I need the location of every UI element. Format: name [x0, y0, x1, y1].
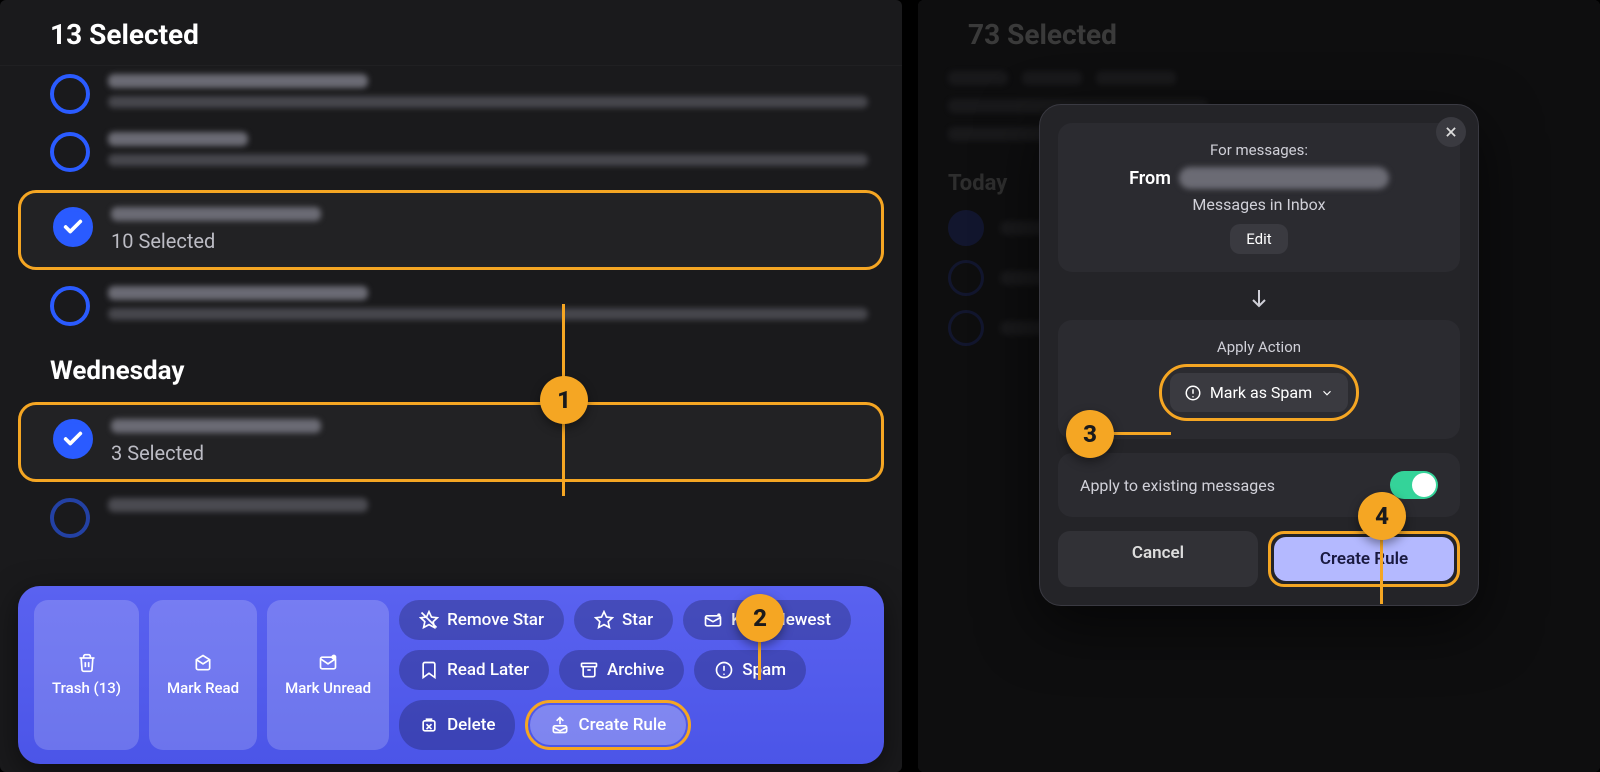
callout-connector	[758, 640, 761, 680]
mark-read-button[interactable]: Mark Read	[149, 600, 257, 750]
email-row[interactable]	[0, 124, 902, 182]
date-section-header: Wednesday	[0, 336, 902, 394]
group-selection-count: 3 Selected	[111, 441, 849, 465]
selection-count-title: 13 Selected	[0, 0, 902, 65]
delete-label: Delete	[447, 715, 495, 735]
cancel-button[interactable]: Cancel	[1058, 531, 1258, 587]
read-later-label: Read Later	[447, 660, 529, 680]
read-later-button[interactable]: Read Later	[399, 650, 549, 690]
email-list: 10 Selected Wednesday 3 Selected	[0, 66, 902, 546]
email-row[interactable]	[0, 490, 902, 546]
archive-icon	[579, 660, 599, 680]
delete-icon	[419, 715, 439, 735]
sender-redacted	[111, 207, 321, 221]
preview-redacted	[108, 154, 868, 166]
close-icon	[1444, 125, 1458, 139]
from-value-redacted	[1179, 167, 1389, 189]
row-checkbox[interactable]	[50, 286, 90, 326]
create-rule-submit-button[interactable]: Create Rule	[1274, 537, 1454, 581]
create-rule-modal: For messages: From Messages in Inbox Edi…	[1039, 104, 1479, 606]
star-icon	[594, 610, 614, 630]
rule-conditions-card: For messages: From Messages in Inbox Edi…	[1058, 123, 1460, 272]
arrow-down-icon	[1247, 286, 1271, 310]
row-checkbox[interactable]	[50, 74, 90, 114]
callout-marker-2: 2	[736, 594, 784, 642]
email-row[interactable]	[0, 278, 902, 336]
check-icon	[62, 428, 84, 450]
archive-button[interactable]: Archive	[559, 650, 684, 690]
callout-connector	[1380, 534, 1383, 604]
action-highlight-frame: Mark as Spam	[1159, 364, 1359, 421]
keep-newest-icon	[703, 610, 723, 630]
remove-star-label: Remove Star	[447, 610, 544, 630]
row-checkbox-checked[interactable]	[53, 419, 93, 459]
chevron-down-icon	[1320, 386, 1334, 400]
flow-arrow-down	[1058, 286, 1460, 310]
envelope-open-icon	[193, 653, 213, 673]
spam-button[interactable]: Spam	[694, 650, 806, 690]
sender-redacted	[108, 286, 368, 300]
sender-redacted	[108, 498, 368, 512]
callout-marker-4: 4	[1358, 492, 1406, 540]
callout-marker-1: 1	[540, 376, 588, 424]
apply-action-label: Apply Action	[1217, 338, 1301, 356]
apply-existing-toggle[interactable]	[1390, 471, 1438, 499]
email-row[interactable]	[0, 66, 902, 124]
spam-icon	[714, 660, 734, 680]
archive-label: Archive	[607, 660, 664, 680]
for-messages-label: For messages:	[1210, 141, 1308, 159]
mark-unread-label: Mark Unread	[285, 679, 371, 697]
mark-unread-button[interactable]: Mark Unread	[267, 600, 389, 750]
row-checkbox-checked[interactable]	[53, 207, 93, 247]
rule-icon	[550, 715, 570, 735]
star-off-icon	[419, 610, 439, 630]
callout-connector	[1111, 432, 1171, 435]
create-rule-highlight-frame: Create Rule	[1268, 531, 1460, 587]
trash-button[interactable]: Trash (13)	[34, 600, 139, 750]
create-rule-label: Create Rule	[578, 715, 666, 735]
from-key: From	[1129, 168, 1171, 189]
check-icon	[62, 216, 84, 238]
modal-close-button[interactable]	[1436, 117, 1466, 147]
sender-redacted	[108, 132, 248, 146]
sender-redacted	[111, 419, 321, 433]
envelope-dot-icon	[318, 653, 338, 673]
action-select[interactable]: Mark as Spam	[1170, 373, 1348, 412]
bookmark-icon	[419, 660, 439, 680]
trash-icon	[77, 653, 97, 673]
remove-star-button[interactable]: Remove Star	[399, 600, 564, 640]
email-group-selected[interactable]: 3 Selected	[18, 402, 884, 482]
sender-redacted	[108, 74, 368, 88]
star-button[interactable]: Star	[574, 600, 673, 640]
apply-existing-label: Apply to existing messages	[1080, 476, 1275, 495]
create-rule-button[interactable]: Create Rule	[530, 705, 686, 745]
preview-redacted	[108, 96, 868, 108]
group-selection-count: 10 Selected	[111, 229, 849, 253]
action-select-label: Mark as Spam	[1210, 383, 1312, 402]
trash-label: Trash (13)	[52, 679, 121, 697]
messages-in-label: Messages in Inbox	[1192, 195, 1325, 214]
left-pane: 1 3 Selected	[0, 0, 902, 772]
email-group-selected[interactable]: 10 Selected	[18, 190, 884, 270]
callout-marker-3: 3	[1066, 410, 1114, 458]
spam-icon	[1184, 384, 1202, 402]
delete-button[interactable]: Delete	[399, 700, 515, 750]
row-checkbox[interactable]	[50, 498, 90, 538]
preview-redacted	[108, 308, 868, 320]
right-pane: 73 Selected Today	[918, 0, 1600, 772]
mark-read-label: Mark Read	[167, 679, 239, 697]
star-label: Star	[622, 610, 653, 630]
edit-conditions-button[interactable]: Edit	[1230, 224, 1287, 254]
rule-action-card: Apply Action Mark as Spam	[1058, 320, 1460, 439]
row-checkbox[interactable]	[50, 132, 90, 172]
spam-label: Spam	[742, 660, 786, 680]
